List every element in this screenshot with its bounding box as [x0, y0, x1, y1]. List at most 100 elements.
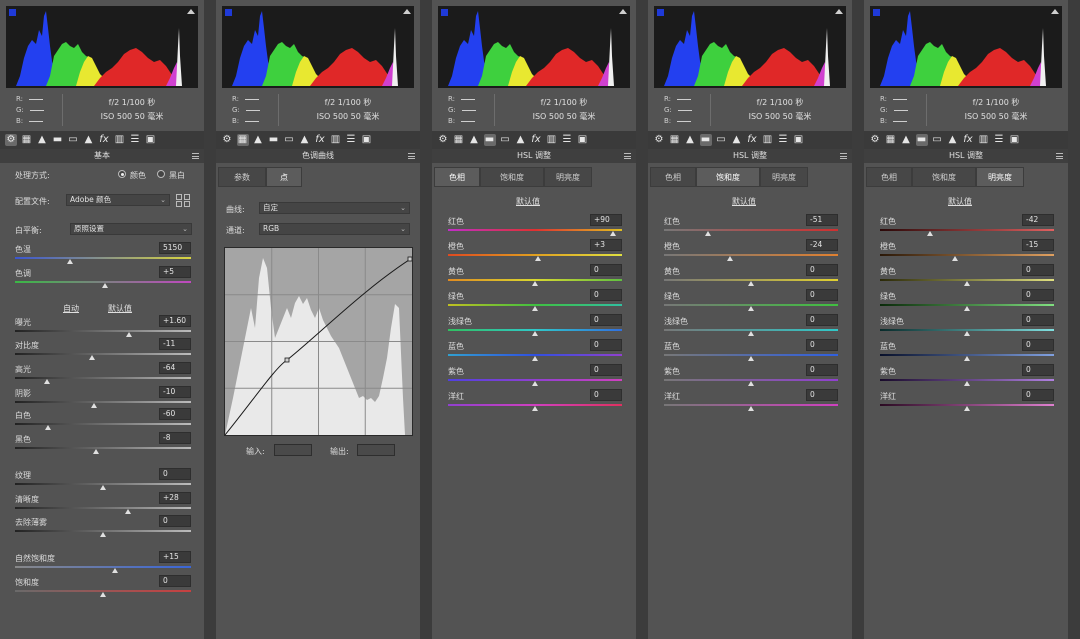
temperature-value-field[interactable]: 5150: [159, 242, 191, 254]
exposure-value-field[interactable]: +1.60: [159, 315, 191, 327]
aqua-slider-thumb[interactable]: [532, 331, 538, 336]
tab-hue[interactable]: 色相: [866, 167, 912, 187]
fx-icon[interactable]: fx: [530, 134, 542, 146]
curve-preset-dropdown[interactable]: 自定 ⌄: [259, 202, 410, 214]
orange-slider-thumb[interactable]: [727, 256, 734, 261]
mountain-icon[interactable]: ▲: [900, 134, 912, 146]
highlight-clipping-icon[interactable]: [1051, 9, 1059, 14]
shadows-value-field[interactable]: -10: [159, 386, 191, 398]
purple-slider-thumb[interactable]: [964, 381, 970, 386]
bars-icon[interactable]: ▭: [931, 134, 943, 146]
red-slider-track[interactable]: [664, 229, 838, 231]
bars-icon[interactable]: ▭: [283, 134, 295, 146]
whites-slider-thumb[interactable]: [45, 425, 52, 430]
red-value-field[interactable]: -51: [806, 214, 838, 226]
dehaze-slider-thumb[interactable]: [100, 532, 106, 537]
histogram-curve-icon[interactable]: ▦: [453, 134, 465, 146]
aperture-icon[interactable]: ⚙: [869, 134, 881, 146]
histogram-curve-icon[interactable]: ▦: [669, 134, 681, 146]
green-value-field[interactable]: 0: [590, 289, 622, 301]
highlights-slider-thumb[interactable]: [43, 379, 50, 384]
orange-slider-thumb[interactable]: [535, 256, 542, 261]
exposure-slider-thumb[interactable]: [126, 332, 133, 337]
orange-value-field[interactable]: +3: [590, 239, 622, 251]
tab-luminance[interactable]: 明亮度: [544, 167, 592, 187]
aperture-icon[interactable]: ⚙: [5, 134, 17, 146]
aperture-icon[interactable]: ⚙: [437, 134, 449, 146]
tab-parametric[interactable]: 参数: [218, 167, 266, 187]
input-value-field[interactable]: [274, 444, 312, 456]
detail-icon[interactable]: ▲: [947, 134, 959, 146]
whites-slider-track[interactable]: [15, 423, 191, 425]
bars-icon[interactable]: ▭: [67, 134, 79, 146]
texture-value-field[interactable]: 0: [159, 468, 191, 480]
auto-link[interactable]: 自动: [63, 303, 79, 314]
bars-icon[interactable]: ▭: [499, 134, 511, 146]
lens-icon[interactable]: ▥: [114, 134, 126, 146]
detail-icon[interactable]: ▲: [731, 134, 743, 146]
bars-icon[interactable]: ▭: [715, 134, 727, 146]
yellow-value-field[interactable]: 0: [1022, 264, 1054, 276]
presets-icon[interactable]: ▣: [793, 134, 805, 146]
fx-icon[interactable]: fx: [98, 134, 110, 146]
green-slider-thumb[interactable]: [964, 306, 970, 311]
mountain-icon[interactable]: ▲: [252, 134, 264, 146]
purple-value-field[interactable]: 0: [806, 364, 838, 376]
sliders-icon[interactable]: ☰: [993, 134, 1005, 146]
lens-icon[interactable]: ▥: [978, 134, 990, 146]
blacks-slider-thumb[interactable]: [92, 449, 99, 454]
curve-canvas[interactable]: [224, 248, 413, 436]
split-square-icon[interactable]: ▬: [915, 134, 928, 146]
tab-hue[interactable]: 色相: [650, 167, 696, 187]
output-value-field[interactable]: [357, 444, 395, 456]
aperture-icon[interactable]: ⚙: [221, 134, 233, 146]
split-square-icon[interactable]: ▬: [483, 134, 496, 146]
profile-dropdown[interactable]: Adobe 颜色 ⌄: [66, 194, 170, 206]
channel-dropdown[interactable]: RGB ⌄: [259, 223, 410, 235]
orange-slider-thumb[interactable]: [951, 256, 958, 261]
histogram-curve-icon[interactable]: ▦: [885, 134, 897, 146]
orange-slider-track[interactable]: [664, 254, 838, 256]
red-value-field[interactable]: +90: [590, 214, 622, 226]
highlights-value-field[interactable]: -64: [159, 362, 191, 374]
treatment-color-radio[interactable]: [118, 170, 126, 178]
shadows-slider-track[interactable]: [15, 401, 191, 403]
shadow-clipping-icon[interactable]: [441, 9, 448, 16]
blue-slider-thumb[interactable]: [748, 356, 754, 361]
lens-icon[interactable]: ▥: [330, 134, 342, 146]
profile-browser-icon[interactable]: [176, 201, 182, 207]
clarity-slider-thumb[interactable]: [124, 509, 131, 514]
tint-value-field[interactable]: +5: [159, 266, 191, 278]
profile-browser-icon[interactable]: [176, 194, 182, 200]
exposure-slider-track[interactable]: [15, 330, 191, 332]
purple-slider-thumb[interactable]: [748, 381, 754, 386]
tab-hue[interactable]: 色相: [434, 167, 480, 187]
vibrance-slider-track[interactable]: [15, 566, 191, 568]
tab-saturation[interactable]: 饱和度: [912, 167, 976, 187]
aqua-value-field[interactable]: 0: [1022, 314, 1054, 326]
presets-icon[interactable]: ▣: [577, 134, 589, 146]
yellow-slider-thumb[interactable]: [532, 281, 538, 286]
tab-luminance[interactable]: 明亮度: [760, 167, 808, 187]
sliders-icon[interactable]: ☰: [129, 134, 141, 146]
shadows-slider-thumb[interactable]: [91, 403, 98, 408]
blue-slider-thumb[interactable]: [964, 356, 970, 361]
panel-menu-icon[interactable]: [1056, 153, 1063, 159]
panel-menu-icon[interactable]: [840, 153, 847, 159]
highlights-slider-track[interactable]: [15, 377, 191, 379]
detail-icon[interactable]: ▲: [515, 134, 527, 146]
curve-control-point[interactable]: [284, 357, 290, 363]
clarity-value-field[interactable]: +28: [159, 492, 191, 504]
profile-browser-icon[interactable]: [184, 194, 190, 200]
split-square-icon[interactable]: ▬: [52, 134, 64, 146]
mountain-icon[interactable]: ▲: [36, 134, 48, 146]
presets-icon[interactable]: ▣: [145, 134, 157, 146]
tab-saturation[interactable]: 饱和度: [696, 167, 760, 187]
magenta-slider-thumb[interactable]: [748, 406, 754, 411]
magenta-value-field[interactable]: 0: [590, 389, 622, 401]
profile-browser-icon[interactable]: [184, 201, 190, 207]
curve-graph[interactable]: [224, 247, 413, 436]
sliders-icon[interactable]: ☰: [777, 134, 789, 146]
panel-menu-icon[interactable]: [408, 153, 415, 159]
mountain-icon[interactable]: ▲: [684, 134, 696, 146]
